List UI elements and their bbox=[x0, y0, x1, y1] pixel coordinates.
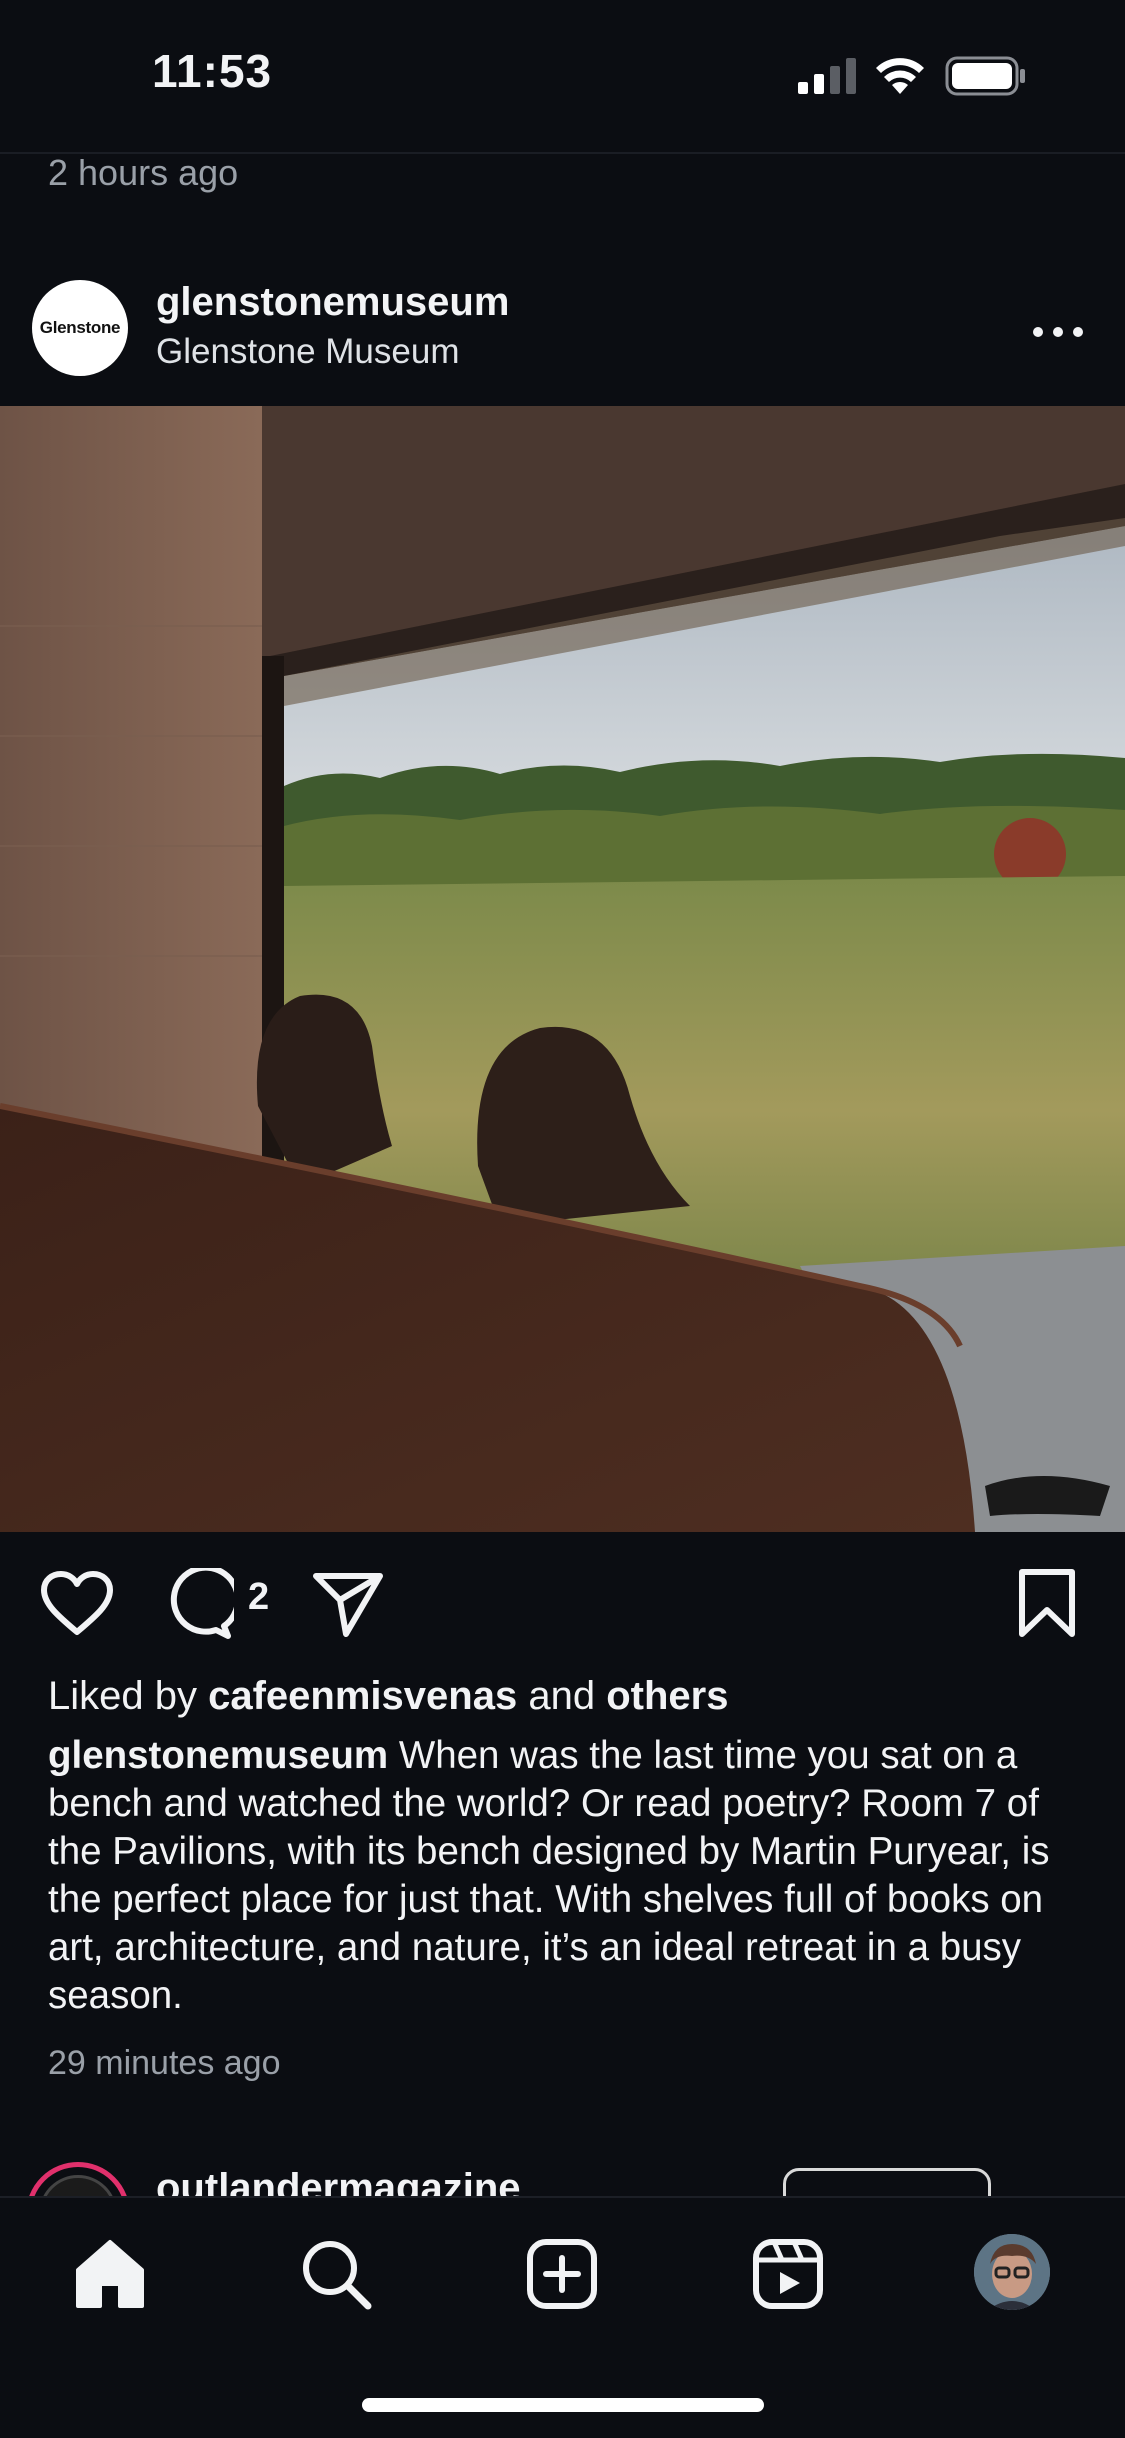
create-post-icon[interactable] bbox=[524, 2236, 600, 2312]
next-post-username[interactable]: outlandermagazine bbox=[156, 2166, 521, 2196]
post-caption: glenstonemuseum When was the last time y… bbox=[48, 1732, 1088, 2020]
liked-by-and: and bbox=[528, 1674, 596, 1718]
post-timestamp: 29 minutes ago bbox=[48, 2044, 281, 2082]
post-username[interactable]: glenstonemuseum bbox=[156, 280, 509, 325]
wifi-icon bbox=[876, 58, 924, 94]
share-send-icon[interactable] bbox=[312, 1570, 384, 1638]
profile-avatar-tab[interactable] bbox=[974, 2234, 1050, 2310]
liked-by-user[interactable]: cafeenmisvenas bbox=[208, 1674, 517, 1718]
liked-by-others[interactable]: others bbox=[606, 1674, 728, 1718]
home-icon[interactable] bbox=[72, 2236, 148, 2312]
liked-by-line: Liked by cafeenmisvenas and others bbox=[48, 1674, 728, 1719]
next-post-avatar-image bbox=[39, 2175, 117, 2196]
status-time: 11:53 bbox=[152, 45, 273, 97]
status-bar: 11:53 bbox=[0, 0, 1125, 150]
save-bookmark-icon[interactable] bbox=[1018, 1568, 1076, 1638]
home-indicator bbox=[362, 2398, 764, 2412]
search-icon[interactable] bbox=[298, 2236, 374, 2312]
photo-illustration bbox=[0, 406, 1125, 1532]
next-post-header: outlandermagazine bbox=[0, 2150, 1125, 2196]
next-post-avatar[interactable] bbox=[26, 2162, 130, 2196]
reels-icon[interactable] bbox=[750, 2236, 826, 2312]
next-post-follow-button[interactable] bbox=[783, 2168, 991, 2196]
battery-icon bbox=[945, 56, 1025, 96]
post-header: Glenstone glenstonemuseum Glenstone Muse… bbox=[0, 270, 1125, 402]
post-photo[interactable] bbox=[0, 406, 1125, 1532]
like-heart-icon[interactable] bbox=[40, 1570, 114, 1636]
avatar-logo-text: Glenstone bbox=[39, 318, 121, 337]
more-options-icon[interactable] bbox=[1030, 322, 1086, 342]
caption-username[interactable]: glenstonemuseum bbox=[48, 1734, 388, 1777]
profile-photo bbox=[974, 2234, 1050, 2310]
comment-count[interactable]: 2 bbox=[248, 1576, 269, 1619]
comment-icon[interactable] bbox=[162, 1568, 234, 1640]
post-actions: 2 bbox=[0, 1566, 1125, 1646]
liked-by-prefix: Liked by bbox=[48, 1674, 197, 1718]
cellular-signal-icon bbox=[798, 58, 856, 94]
post-subtitle: Glenstone Museum bbox=[156, 332, 460, 371]
post-author-avatar[interactable]: Glenstone bbox=[32, 280, 128, 376]
previous-post-timestamp: 2 hours ago bbox=[48, 152, 239, 193]
